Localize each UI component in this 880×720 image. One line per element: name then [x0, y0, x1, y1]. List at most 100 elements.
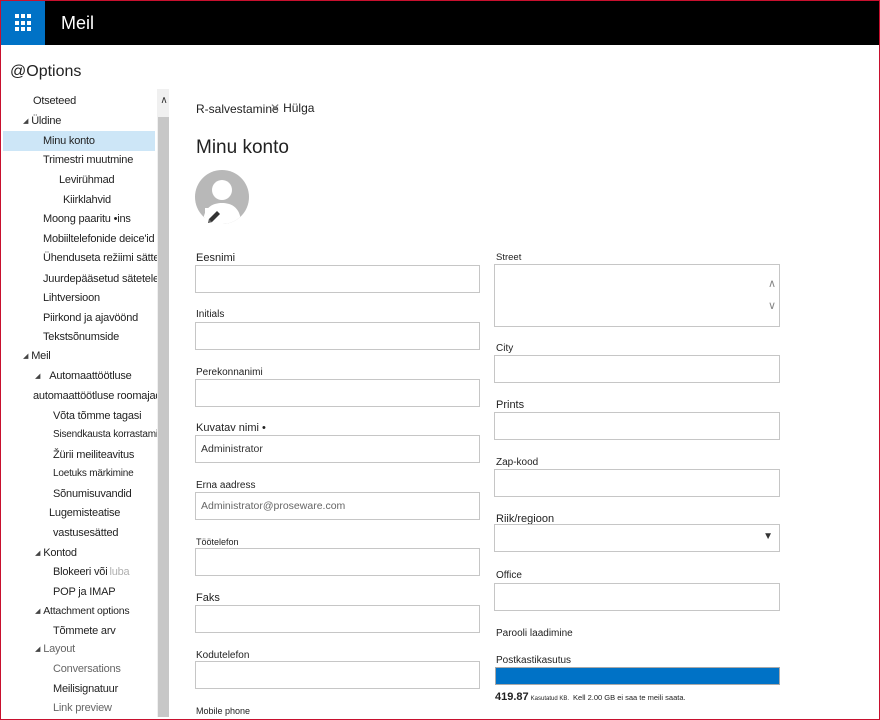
nav-item-kontod[interactable]: ◢ Kontod	[35, 543, 169, 563]
nav-label: Trimestri muutmine	[43, 154, 134, 166]
nav-label: Loetuks märkimine	[53, 468, 134, 479]
nav-label: Üldine	[31, 115, 62, 127]
nav-item-zurii[interactable]: Žürii meiliteavitus	[53, 445, 169, 465]
chevron-down-icon[interactable]: ∨	[768, 299, 776, 312]
options-sidebar: Otseteed ◢ Üldine Minu konto Trimestri mu…	[3, 89, 169, 717]
initials-label: Initials	[196, 309, 225, 320]
nav-item-automaattootluse-roomajad[interactable]: automaattöötluse roomajad	[33, 386, 169, 406]
nav-item-otseteed[interactable]: Otseteed	[33, 91, 169, 111]
collapse-triangle-icon[interactable]: ◢	[35, 367, 40, 387]
app-window: Meil @Options Otseteed ◢ Üldine Minu kont…	[0, 0, 880, 720]
scroll-up-icon[interactable]: ∧	[157, 95, 169, 111]
nav-item-sisendkausta[interactable]: Sisendkausta korrastamisreeglid	[53, 425, 169, 445]
close-icon: ✕	[270, 101, 281, 115]
eesnimi-input[interactable]	[195, 265, 480, 293]
save-button[interactable]: R-salvestamine	[196, 102, 279, 116]
nav-label: POP ja IMAP	[53, 586, 116, 598]
mailbox-usage-fill	[496, 668, 779, 684]
nav-label: Layout	[43, 643, 76, 655]
nav-label: Meil	[31, 350, 51, 362]
nav-item-mobiil[interactable]: Mobiiltelefonide deice'id	[43, 229, 169, 249]
nav-item-tommete-arv[interactable]: Tõmmete arv	[53, 621, 169, 641]
office-label: Office	[496, 570, 522, 581]
scroll-thumb[interactable]	[158, 117, 169, 717]
erna-aadress-label: Erna aadress	[196, 480, 256, 491]
waffle-icon[interactable]	[1, 1, 45, 45]
kuvatav-nimi-label: Kuvatav nimi •	[196, 422, 266, 434]
mailbox-usage-bar	[495, 667, 780, 685]
city-label: City	[496, 343, 514, 354]
nav-item-automaattootluse[interactable]: ◢ Automaattöötluse	[35, 366, 169, 386]
street-textarea[interactable]: ∧ ∨	[494, 264, 780, 327]
chevron-up-icon[interactable]: ∧	[768, 277, 776, 290]
nav-item-vota-tomme[interactable]: Võta tõmme tagasi	[53, 406, 169, 426]
nav-label: Otseteed	[33, 95, 77, 107]
riik-select[interactable]: ▼	[494, 524, 780, 552]
nav-item-piirkond[interactable]: Piirkond ja ajavöönd	[43, 308, 169, 328]
options-title: @Options	[10, 63, 82, 80]
nav-label: Attachment options	[43, 605, 130, 617]
nav-label: Sõnumisuvandid	[53, 488, 132, 500]
nav-label: Conversations	[53, 663, 121, 675]
discard-button[interactable]: ✕ Hülga	[270, 101, 314, 115]
email-field[interactable]: Administrator@proseware.com	[195, 492, 480, 520]
nav-item-attachment-options[interactable]: ◢ Attachment options	[35, 601, 169, 621]
nav-item-meilisignatuur[interactable]: Meilisignatuur	[53, 679, 169, 699]
initials-input[interactable]	[195, 322, 480, 350]
tootelefon-input[interactable]	[195, 548, 480, 576]
eesnimi-label: Eesnimi	[196, 252, 236, 264]
nav-item-pop-imap[interactable]: POP ja IMAP	[53, 582, 169, 602]
nav-item-blokeeri[interactable]: Blokeeri või luba	[53, 562, 169, 582]
dropdown-arrow-icon[interactable]: ▼	[763, 531, 773, 542]
nav-label: Minu konto	[43, 135, 95, 147]
perekonnanimi-input[interactable]	[195, 379, 480, 407]
faks-label: Faks	[196, 592, 220, 604]
mobile-phone-label: Mobile phone	[196, 706, 251, 716]
zap-kood-label: Zap-kood	[496, 457, 539, 468]
nav-item-link-preview[interactable]: Link preview	[53, 698, 169, 717]
nav-item-kiirklahvid[interactable]: Kiirklahvid	[63, 190, 169, 210]
nav-item-vastusesatted[interactable]: vastusesätted	[53, 523, 169, 543]
nav-item-sonumisuvandid[interactable]: Sõnumisuvandid	[53, 484, 169, 504]
office-input[interactable]	[494, 583, 780, 611]
nav-label: Žürii meiliteavitus	[53, 449, 135, 461]
postkasti-label: Postkastikasutus	[496, 655, 572, 666]
edit-photo-icon[interactable]	[205, 208, 223, 226]
nav-item-juurdepaasetud[interactable]: Juurdepääsetud sätetele	[43, 269, 169, 289]
nav-item-uhenduseta[interactable]: Ühenduseta režiimi sätted	[43, 248, 169, 268]
nav-label: Ühenduseta režiimi sätted	[43, 252, 166, 264]
collapse-triangle-icon[interactable]: ◢	[23, 347, 28, 367]
nav-item-meil[interactable]: ◢ Meil	[23, 346, 169, 366]
nav-item-loetuks[interactable]: Loetuks märkimine	[53, 464, 169, 484]
nav-item-tekstsonumside[interactable]: Tekstsõnumside	[43, 327, 169, 347]
zap-kood-input[interactable]	[494, 469, 780, 497]
kuvatav-nimi-input[interactable]: Administrator	[195, 435, 480, 463]
sidebar-scrollbar[interactable]: ∧	[157, 89, 169, 717]
nav-item-lihtversioon[interactable]: Lihtversioon	[43, 288, 169, 308]
nav-item-moong[interactable]: Moong paaritu •ins	[43, 209, 169, 229]
nav-item-lugemisteatise[interactable]: Lugemisteatise	[49, 503, 169, 523]
collapse-triangle-icon[interactable]: ◢	[23, 112, 28, 132]
nav-item-trimestri[interactable]: Trimestri muutmine	[43, 150, 169, 170]
nav-label: Automaattöötluse	[49, 370, 132, 382]
city-input[interactable]	[494, 355, 780, 383]
nav-item-levirühmad[interactable]: Levirühmad	[59, 170, 169, 190]
collapse-triangle-icon[interactable]: ◢	[35, 544, 40, 564]
kodutelefon-input[interactable]	[195, 661, 480, 689]
prints-label: Prints	[496, 399, 525, 411]
collapse-triangle-icon[interactable]: ◢	[35, 640, 40, 660]
nav-item-layout[interactable]: ◢ Layout	[35, 639, 169, 659]
nav-item-uldine[interactable]: ◢ Üldine	[23, 111, 169, 131]
parooli-laadimine-link[interactable]: Parooli laadimine	[496, 628, 573, 639]
mailbox-usage-text: 419.87 Kasutatud KB. Kell 2.00 GB ei saa t…	[495, 687, 686, 705]
street-label: Street	[496, 252, 522, 263]
nav-label: Lihtversioon	[43, 292, 100, 304]
collapse-triangle-icon[interactable]: ◢	[35, 602, 40, 622]
usage-description: Kell 2.00 GB ei saa te meili saata.	[573, 693, 686, 702]
nav-item-conversations[interactable]: Conversations	[53, 659, 169, 679]
usage-amount: 419.87	[495, 691, 529, 703]
faks-input[interactable]	[195, 605, 480, 633]
nav-item-minu-konto[interactable]: Minu konto	[3, 131, 155, 151]
prints-input[interactable]	[494, 412, 780, 440]
main-content: R-salvestamine ✕ Hülga Minu konto Eesnimi…	[169, 89, 879, 719]
